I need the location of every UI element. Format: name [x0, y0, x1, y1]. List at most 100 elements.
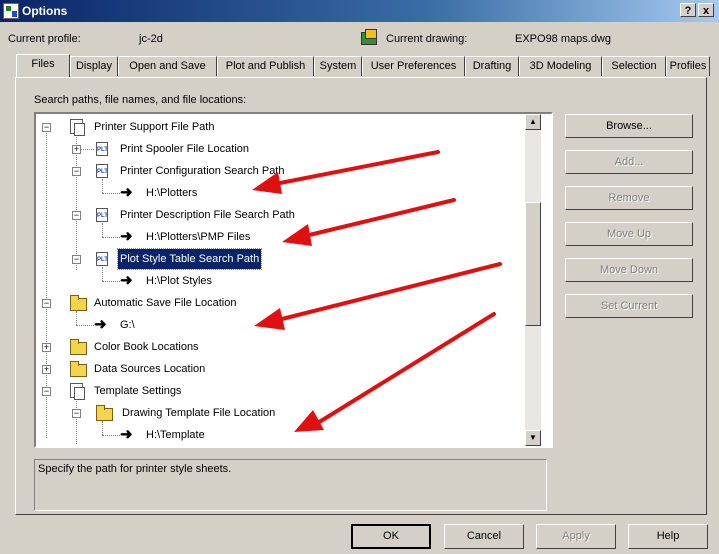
collapse-icon[interactable]: − — [72, 211, 81, 220]
tree-item-label: Plot Style Table Search Path — [116, 248, 263, 270]
tab-profiles[interactable]: Profiles — [666, 56, 710, 76]
tree-item[interactable]: ➜ H:\Plotters\PMP Files — [36, 223, 536, 247]
tree-item-selected[interactable]: − PLT Plot Style Table Search Path — [36, 248, 536, 270]
documents-icon — [70, 383, 85, 400]
tree-item[interactable]: − PLT Printer Description File Search Pa… — [36, 205, 536, 225]
plotter-file-icon: PLT — [96, 142, 108, 156]
help-footer-button[interactable]: Help — [628, 524, 708, 549]
tree-item[interactable]: ➜ H:\Plotters — [36, 179, 536, 203]
path-arrow-icon: ➜ — [94, 316, 107, 333]
collapse-icon[interactable]: − — [42, 387, 51, 396]
tree-item-label: Data Sources Location — [94, 363, 206, 375]
current-drawing-value: EXPO98 maps.dwg — [515, 33, 611, 45]
path-arrow-icon: ➜ — [120, 272, 133, 289]
tree-item-label: Printer Support File Path — [94, 121, 215, 133]
tree-connector — [102, 281, 120, 282]
move-up-button[interactable]: Move Up — [565, 222, 693, 246]
tab-3d-modeling[interactable]: 3D Modeling — [519, 56, 602, 76]
documents-icon — [70, 119, 85, 136]
tab-files[interactable]: Files — [16, 54, 70, 77]
tree-item-label: Printer Configuration Search Path — [120, 165, 285, 177]
current-profile-label: Current profile: — [8, 33, 81, 45]
window-title: Options — [22, 4, 68, 18]
tab-selection[interactable]: Selection — [602, 56, 666, 76]
tree-connector — [102, 223, 103, 237]
add-button[interactable]: Add... — [565, 150, 693, 174]
expand-icon[interactable]: + — [42, 365, 51, 374]
tab-open-and-save[interactable]: Open and Save — [118, 56, 217, 76]
plotter-file-icon: PLT — [96, 208, 108, 222]
tab-user-preferences[interactable]: User Preferences — [362, 56, 465, 76]
expand-icon[interactable]: + — [72, 145, 81, 154]
expand-icon[interactable]: + — [42, 343, 51, 352]
drawing-icon — [360, 29, 378, 45]
close-button[interactable]: x — [698, 3, 714, 17]
plotter-file-icon: PLT — [96, 164, 108, 178]
tree-item[interactable]: − Template Settings — [36, 381, 536, 401]
remove-button[interactable]: Remove — [565, 186, 693, 210]
tree-item[interactable]: + Data Sources Location — [36, 359, 536, 379]
path-arrow-icon: ➜ — [120, 426, 133, 443]
description-box: Specify the path for printer style sheet… — [34, 459, 547, 511]
tree-connector — [102, 179, 103, 193]
tree-item[interactable]: − Automatic Save File Location — [36, 293, 536, 313]
tree-item-label: Drawing Template File Location — [122, 407, 276, 419]
collapse-icon[interactable]: − — [72, 255, 81, 264]
apply-button[interactable]: Apply — [536, 524, 616, 549]
tab-drafting[interactable]: Drafting — [465, 56, 519, 76]
tree-item[interactable]: − PLT Printer Configuration Search Path — [36, 161, 536, 181]
tree-item-label: H:\Plotters — [146, 187, 198, 199]
folder-icon — [70, 295, 87, 311]
scroll-thumb[interactable] — [525, 202, 541, 326]
tree-connector — [102, 193, 120, 194]
tree-item[interactable]: − Printer Support File Path — [36, 117, 536, 137]
move-down-button[interactable]: Move Down — [565, 258, 693, 282]
tree-item[interactable]: + PLT Print Spooler File Location — [36, 139, 536, 159]
tree-item-label: Printer Description File Search Path — [120, 209, 295, 221]
tree-item-label: Automatic Save File Location — [94, 297, 237, 309]
folder-icon — [70, 361, 87, 377]
collapse-icon[interactable]: − — [42, 123, 51, 132]
scroll-up-icon[interactable]: ▲ — [525, 114, 541, 130]
help-button[interactable]: ? — [680, 3, 696, 17]
tree-item[interactable]: + Color Book Locations — [36, 337, 536, 357]
tree-scrollbar[interactable]: ▲ ▼ — [525, 114, 541, 446]
scroll-down-icon[interactable]: ▼ — [525, 430, 541, 446]
current-profile-value: jc-2d — [139, 33, 163, 45]
tree-item[interactable]: ➜ H:\Template — [36, 421, 536, 445]
tab-plot-and-publish[interactable]: Plot and Publish — [217, 56, 314, 76]
tree-connector — [102, 267, 103, 281]
tree-connector — [102, 237, 120, 238]
description-text: Specify the path for printer style sheet… — [38, 463, 232, 475]
collapse-icon[interactable]: − — [42, 299, 51, 308]
cancel-button[interactable]: Cancel — [444, 524, 524, 549]
tree-connector — [102, 421, 103, 435]
tree-item-label: Print Spooler File Location — [120, 143, 250, 155]
tab-display[interactable]: Display — [70, 56, 118, 76]
file-path-tree[interactable]: − Printer Support File Path + PLT Print … — [34, 112, 553, 448]
tree-item[interactable]: ➜ H:\Plot Styles — [36, 267, 536, 291]
tree-connector — [76, 325, 94, 326]
collapse-icon[interactable]: − — [72, 167, 81, 176]
search-paths-label: Search paths, file names, and file locat… — [34, 94, 247, 106]
set-current-button[interactable]: Set Current — [565, 294, 693, 318]
tree-item[interactable]: − Drawing Template File Location — [36, 403, 536, 423]
path-arrow-icon: ➜ — [120, 228, 133, 245]
tree-item-label: G:\ — [120, 319, 135, 331]
title-bar: Options ? x — [0, 0, 719, 22]
path-arrow-icon: ➜ — [120, 184, 133, 201]
tree-item-label: Color Book Locations — [94, 341, 199, 353]
ok-button[interactable]: OK — [351, 524, 431, 549]
collapse-icon[interactable]: − — [72, 409, 81, 418]
plotter-file-icon: PLT — [96, 252, 108, 266]
app-icon — [3, 3, 19, 19]
tree-item-label: H:\Plotters\PMP Files — [146, 231, 251, 243]
tree-item-label: H:\Template — [146, 429, 205, 441]
tab-system[interactable]: System — [314, 56, 362, 76]
tree-connector — [76, 311, 77, 325]
browse-button[interactable]: Browse... — [565, 114, 693, 138]
current-drawing-label: Current drawing: — [386, 33, 468, 45]
tree-item[interactable]: ➜ G:\ — [36, 311, 536, 335]
folder-icon — [96, 405, 113, 421]
tree-item-label: H:\Plot Styles — [146, 275, 213, 287]
